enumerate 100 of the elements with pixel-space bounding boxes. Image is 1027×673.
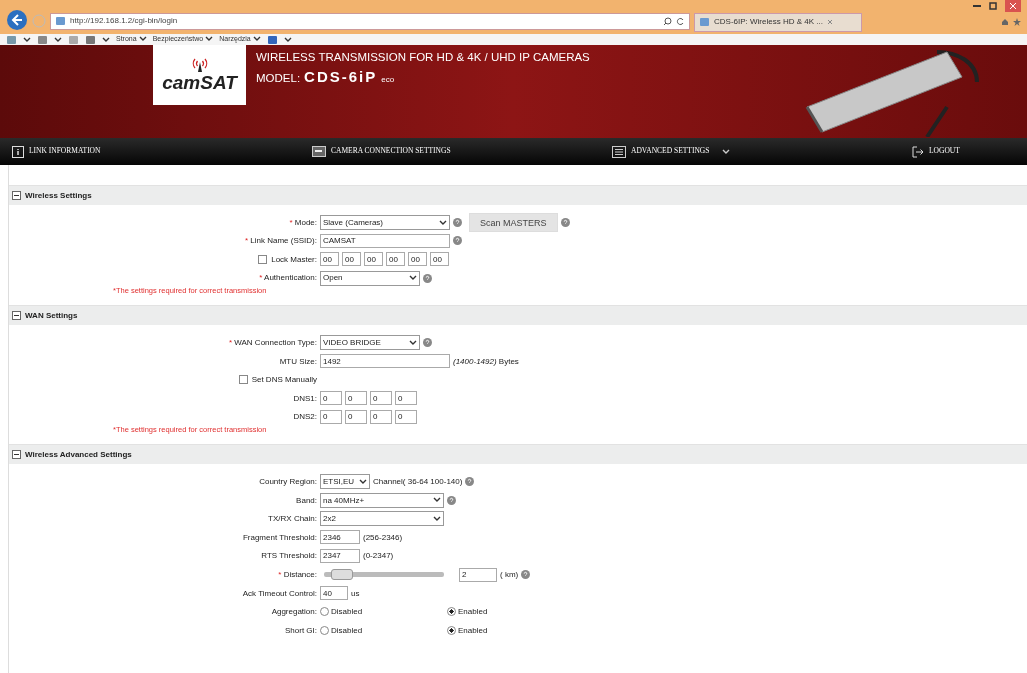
caret-icon xyxy=(138,36,147,43)
radio-button[interactable] xyxy=(447,625,456,635)
dropdown[interactable]: Slave (Cameras) xyxy=(320,215,450,230)
close-icon[interactable] xyxy=(826,19,833,25)
field-label: DNS1: xyxy=(293,393,317,404)
back-icon[interactable] xyxy=(6,9,28,31)
input-field[interactable]: 00 xyxy=(364,252,383,267)
field-label: * Distance: xyxy=(278,570,317,580)
field-label: Fragment Threshold: xyxy=(242,532,317,542)
caret-icon xyxy=(23,36,31,43)
field-label: * WAN Connection Type: xyxy=(228,338,317,348)
field-label: MTU Size: xyxy=(279,356,317,366)
option-label: Enabled xyxy=(458,625,488,635)
input-field[interactable]: 0 xyxy=(320,391,342,406)
caret-icon xyxy=(205,36,214,43)
input-field[interactable]: 2 xyxy=(459,567,497,582)
input-field[interactable]: 2347 xyxy=(320,549,360,563)
model-suffix: eco xyxy=(381,75,395,85)
radio-button[interactable] xyxy=(447,607,456,617)
input-field[interactable]: 0 xyxy=(345,391,367,406)
dropdown[interactable]: 2x2 xyxy=(320,511,444,527)
field-label: Lock Master: xyxy=(271,254,317,265)
option-label: Disabled xyxy=(331,625,363,635)
star-icon[interactable] xyxy=(1013,18,1021,26)
page-icon[interactable] xyxy=(699,17,710,27)
input-field[interactable]: 1492 xyxy=(320,354,450,369)
input-field[interactable]: CAMSAT xyxy=(320,233,450,248)
input-field[interactable]: 40 xyxy=(320,586,348,601)
page-icon[interactable] xyxy=(55,16,66,26)
input-field[interactable]: 0 xyxy=(395,391,417,406)
field-label: Short GI: xyxy=(285,625,317,635)
slider-thumb[interactable] xyxy=(331,569,354,581)
info-icon xyxy=(12,145,24,158)
caret-icon xyxy=(433,497,441,504)
field-label: * Mode: xyxy=(289,217,317,228)
caret-icon xyxy=(283,36,292,43)
field-label: Ack Timeout Control: xyxy=(242,588,317,598)
field-label: DNS2: xyxy=(293,412,317,422)
radio-button[interactable] xyxy=(320,625,329,635)
dropdown[interactable]: Open xyxy=(320,270,420,286)
collapse-icon[interactable] xyxy=(12,311,21,321)
input-field[interactable]: 2346 xyxy=(320,530,360,545)
radio-button[interactable] xyxy=(320,607,329,617)
unit-text: us xyxy=(351,588,360,598)
unit-text: (256-2346) xyxy=(363,532,403,542)
dropdown[interactable]: ETSI,EU xyxy=(320,474,370,490)
browser-tab[interactable]: CDS-6IP: Wireless HD & 4K ... xyxy=(694,12,862,32)
collapse-icon[interactable] xyxy=(12,191,21,200)
input-field[interactable]: 0 xyxy=(370,391,392,406)
maximize-icon[interactable] xyxy=(989,2,997,10)
section-title: Wireless Advanced Settings xyxy=(25,450,132,460)
section-header[interactable]: Wireless Settings xyxy=(9,185,1027,205)
unit-text: Channel( 36-64 100-140) xyxy=(373,477,463,487)
caret-icon xyxy=(409,275,417,282)
caret-icon xyxy=(409,339,417,346)
field-label: TX/RX Chain: xyxy=(268,514,317,524)
dropdown[interactable]: VIDEO BRIDGE xyxy=(320,335,420,351)
input-field[interactable]: 00 xyxy=(408,252,427,267)
field-label: * Authentication: xyxy=(259,273,317,283)
input-field[interactable]: 0 xyxy=(370,410,392,425)
list-icon xyxy=(612,145,626,158)
unit-text: (0-2347) xyxy=(363,551,394,561)
section-header[interactable]: WAN Settings xyxy=(9,305,1027,326)
input-field[interactable]: 00 xyxy=(386,252,405,267)
logo-text: camSAT xyxy=(162,72,237,94)
caret-icon xyxy=(252,36,261,43)
search-icon[interactable] xyxy=(663,16,672,26)
section-header[interactable]: Wireless Advanced Settings xyxy=(9,444,1027,465)
input-field[interactable]: 00 xyxy=(430,252,449,267)
scan-button[interactable]: Scan MASTERS xyxy=(469,213,558,232)
caret-icon xyxy=(102,36,110,43)
input-field[interactable]: 0 xyxy=(345,410,367,425)
close-icon[interactable] xyxy=(1005,0,1021,12)
input-field[interactable]: 00 xyxy=(342,252,361,267)
refresh-icon[interactable] xyxy=(676,16,685,26)
checkbox[interactable] xyxy=(258,255,268,264)
caret-icon xyxy=(54,36,62,43)
unit-text: (1400-1492) Bytes xyxy=(453,356,519,366)
option-label: Disabled xyxy=(331,607,363,617)
distance-slider[interactable] xyxy=(324,572,444,578)
field-label: Aggregation: xyxy=(271,607,317,617)
caret-icon xyxy=(433,515,441,522)
input-field[interactable]: 0 xyxy=(320,410,342,425)
model-name: CDS-6iP xyxy=(304,68,378,86)
minimize-icon[interactable] xyxy=(973,4,981,8)
checkbox[interactable] xyxy=(238,375,248,385)
unit-text: ( km) xyxy=(500,570,519,580)
collapse-icon[interactable] xyxy=(12,450,21,460)
caret-icon xyxy=(439,219,447,226)
dropdown[interactable]: na 40MHz+ xyxy=(320,492,444,508)
address-bar[interactable]: http://192.168.1.2/cgi-bin/login xyxy=(50,12,690,30)
model-label: MODEL: xyxy=(256,72,301,86)
input-field[interactable]: 00 xyxy=(320,252,339,267)
camera-icon xyxy=(312,146,326,157)
field-label: Set DNS Manually xyxy=(251,375,317,385)
field-label: RTS Threshold: xyxy=(261,551,317,561)
field-label: Band: xyxy=(296,495,317,505)
field-label: Country Region: xyxy=(259,477,317,487)
field-label: * Link Name (SSID): xyxy=(244,236,317,246)
input-field[interactable]: 0 xyxy=(395,410,417,425)
